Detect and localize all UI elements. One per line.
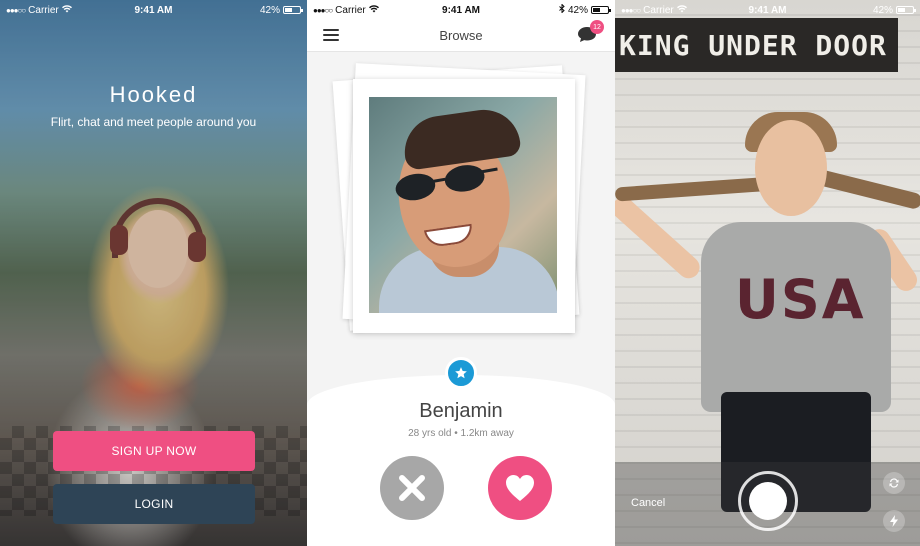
heart-icon [506, 475, 534, 501]
page-title: Browse [439, 28, 483, 43]
wifi-icon [368, 4, 379, 16]
wifi-icon [61, 4, 72, 16]
profile-details: 28 yrs old • 1.2km away [408, 428, 514, 439]
app-tagline: Flirt, chat and meet people around you [50, 115, 257, 129]
like-button[interactable] [488, 456, 552, 520]
shirt-print: USA [735, 268, 866, 331]
status-bar: ●●●○○ Carrier 9:41 AM 42% [0, 0, 307, 20]
reject-button[interactable] [380, 456, 444, 520]
clock: 9:41 AM [134, 4, 173, 16]
clock: 9:41 AM [442, 4, 480, 16]
clock: 9:41 AM [748, 4, 787, 16]
profile-name: Benjamin [419, 400, 503, 422]
carrier-label: Carrier [28, 4, 59, 16]
status-bar: ●●●○○ Carrier 9:41 AM 42% [307, 0, 615, 20]
battery-percent: 42% [259, 4, 280, 16]
battery-icon [282, 6, 303, 14]
battery-percent: 42% [568, 4, 589, 16]
bluetooth-icon [559, 3, 565, 16]
star-icon[interactable] [445, 357, 477, 389]
background-sign: KING UNDER DOOR [615, 18, 898, 72]
profile-card[interactable] [353, 79, 575, 333]
model-face [755, 120, 827, 216]
nav-bar: Browse 12 [307, 20, 615, 52]
camera-screen: KING UNDER DOOR USA ●●●○○ Carrier 9:41 A… [615, 0, 920, 546]
login-button[interactable]: LOGIN [53, 484, 255, 524]
carrier-label: Carrier [335, 4, 366, 16]
signup-button[interactable]: SIGN UP NOW [53, 431, 255, 471]
carrier-label: Carrier [643, 4, 674, 16]
cancel-button[interactable]: Cancel [631, 497, 665, 509]
app-title: Hooked [109, 82, 198, 107]
battery-icon [896, 6, 917, 14]
browse-screen: ●●●○○ Carrier 9:41 AM 42% Browse 12 Benj… [307, 0, 615, 546]
profile-photo [369, 97, 557, 313]
profile-card-stack[interactable] [332, 63, 587, 345]
close-icon [399, 475, 425, 501]
shutter-inner [749, 482, 787, 520]
battery-icon [591, 6, 612, 14]
signal-icon: ●●●○○ [6, 5, 26, 15]
battery-percent: 42% [873, 4, 894, 16]
shutter-button[interactable] [738, 471, 798, 531]
camera-flip-icon[interactable] [883, 472, 905, 494]
status-bar: ●●●○○ Carrier 9:41 AM 42% [615, 0, 920, 20]
flash-icon[interactable] [883, 510, 905, 532]
wifi-icon [676, 4, 687, 16]
signal-icon: ●●●○○ [621, 5, 641, 15]
signal-icon: ●●●○○ [313, 5, 333, 15]
unread-badge: 12 [590, 20, 604, 34]
onboarding-screen: ●●●○○ Carrier 9:41 AM 42% Hooked Flirt, … [0, 0, 307, 546]
